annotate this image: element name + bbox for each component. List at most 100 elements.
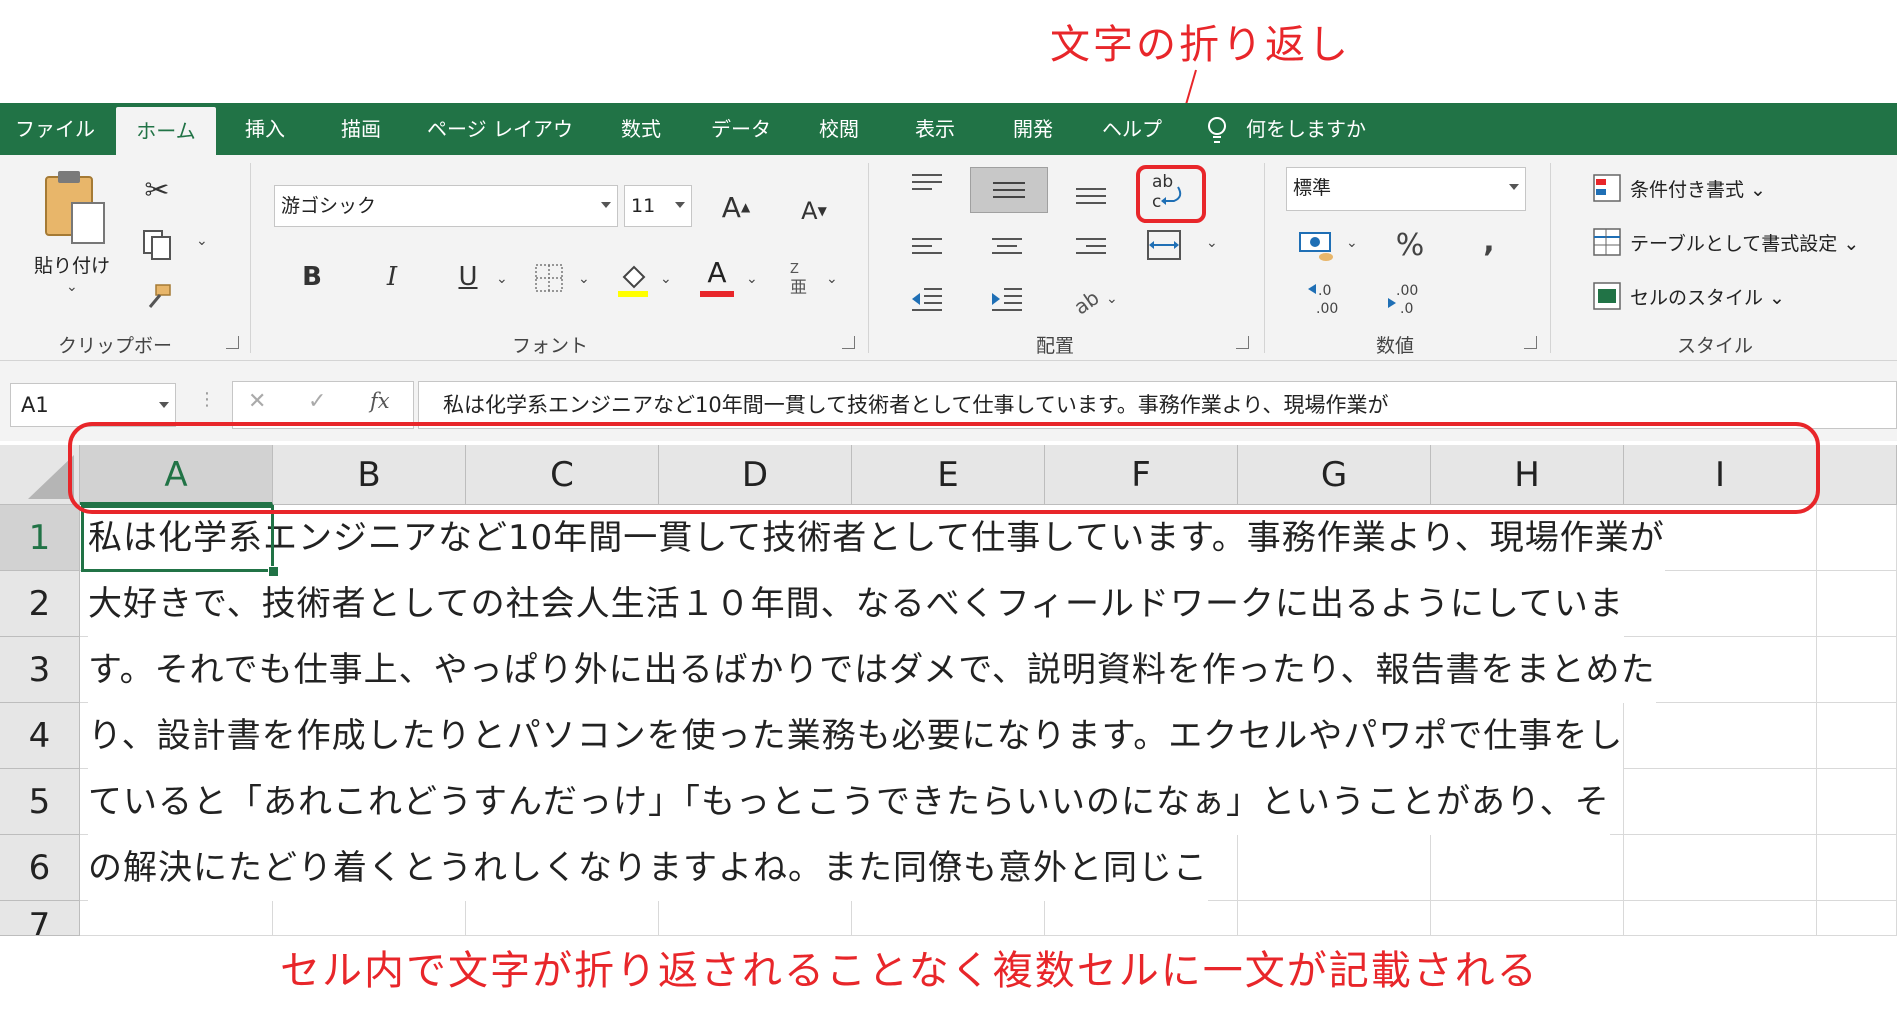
- column-header-j[interactable]: [1817, 445, 1897, 505]
- row-header-6[interactable]: 6: [0, 835, 80, 901]
- italic-button[interactable]: I: [376, 259, 408, 295]
- fill-color-icon[interactable]: [616, 259, 650, 299]
- cell-a2[interactable]: 大好きで、技術者としての社会人生活１０年間、なるべくフィールドワークに出るように…: [88, 571, 1624, 637]
- tab-formulas[interactable]: 数式: [596, 103, 686, 155]
- tab-file[interactable]: ファイル: [0, 103, 110, 155]
- borders-icon[interactable]: [534, 263, 564, 293]
- copy-dropdown-icon[interactable]: ⌄: [196, 233, 208, 249]
- grid-cell[interactable]: [1431, 835, 1624, 901]
- format-as-table-button[interactable]: テーブルとして書式設定 ⌄: [1630, 229, 1859, 256]
- cell-styles-icon[interactable]: [1592, 281, 1622, 311]
- number-format-dropdown[interactable]: 標準: [1286, 167, 1526, 211]
- grid-cell[interactable]: [1238, 835, 1431, 901]
- copy-icon[interactable]: [140, 227, 174, 261]
- font-size-dropdown[interactable]: 11: [624, 185, 692, 227]
- align-top-icon[interactable]: [910, 171, 944, 195]
- font-name-dropdown[interactable]: 游ゴシック: [274, 185, 618, 227]
- conditional-format-button[interactable]: 条件付き書式 ⌄: [1630, 175, 1766, 202]
- orientation-icon[interactable]: ab: [1068, 281, 1104, 317]
- alignment-launcher-icon[interactable]: [1236, 336, 1249, 349]
- grid-cell[interactable]: [1624, 901, 1817, 936]
- percent-button[interactable]: %: [1392, 227, 1428, 263]
- font-launcher-icon[interactable]: [842, 336, 855, 349]
- merge-center-icon[interactable]: [1146, 229, 1182, 261]
- grid-cell[interactable]: [852, 901, 1045, 936]
- tab-data[interactable]: データ: [696, 103, 786, 155]
- paste-dropdown-icon[interactable]: ⌄: [66, 279, 78, 295]
- font-color-dropdown-icon[interactable]: ⌄: [746, 271, 758, 287]
- font-color-button[interactable]: A: [700, 255, 734, 289]
- confirm-entry-icon[interactable]: ✓: [308, 389, 326, 414]
- grid-cell[interactable]: [1624, 571, 1817, 637]
- cell-a6[interactable]: の解決にたどり着くとうれしくなりますよね。また同僚も意外と同じこ: [88, 835, 1208, 901]
- tab-insert[interactable]: 挿入: [222, 103, 308, 155]
- merge-dropdown-icon[interactable]: ⌄: [1206, 235, 1218, 251]
- grid-cell[interactable]: [1817, 703, 1897, 769]
- grid-cell[interactable]: [659, 901, 852, 936]
- insert-function-icon[interactable]: fx: [370, 389, 390, 413]
- grid-cell[interactable]: [1624, 769, 1817, 835]
- underline-button[interactable]: U: [452, 259, 484, 295]
- grid-cell[interactable]: [1045, 901, 1238, 936]
- bold-button[interactable]: B: [296, 259, 328, 295]
- borders-dropdown-icon[interactable]: ⌄: [578, 271, 590, 287]
- paste-label[interactable]: 貼り付け: [34, 251, 110, 278]
- cut-icon[interactable]: ✂: [140, 173, 174, 208]
- cell-styles-button[interactable]: セルのスタイル ⌄: [1630, 283, 1785, 310]
- increase-indent-icon[interactable]: [990, 285, 1024, 315]
- grid-cell[interactable]: [1817, 571, 1897, 637]
- cancel-entry-icon[interactable]: ✕: [248, 389, 266, 414]
- tab-developer[interactable]: 開発: [990, 103, 1076, 155]
- row-header-4[interactable]: 4: [0, 703, 80, 769]
- tab-page-layout[interactable]: ページ レイアウト: [420, 103, 580, 193]
- align-center-icon[interactable]: [990, 235, 1024, 259]
- cell-a5[interactable]: ていると「あれこれどうすんだっけ」「もっとこうできたらいいのになぁ」ということが…: [88, 769, 1610, 835]
- grid-cell[interactable]: [1431, 901, 1624, 936]
- shrink-font-button[interactable]: A ▼: [794, 193, 834, 229]
- align-middle-button[interactable]: [970, 167, 1048, 213]
- format-as-table-icon[interactable]: [1592, 227, 1622, 257]
- phonetic-guide-icon[interactable]: Z 亜: [788, 259, 814, 295]
- tab-home[interactable]: ホーム: [116, 107, 216, 155]
- row-header-2[interactable]: 2: [0, 571, 80, 637]
- grid-cell[interactable]: [1817, 769, 1897, 835]
- grid-cell[interactable]: [1624, 703, 1817, 769]
- conditional-format-icon[interactable]: [1592, 173, 1622, 203]
- lightbulb-icon[interactable]: [1206, 115, 1228, 145]
- grid-cell[interactable]: [1817, 505, 1897, 571]
- row-header-1[interactable]: 1: [0, 505, 80, 571]
- align-right-icon[interactable]: [1074, 235, 1108, 259]
- increase-decimal-icon[interactable]: .0.00: [1306, 279, 1346, 319]
- grid-cell[interactable]: [1817, 637, 1897, 703]
- grid-cell[interactable]: [1817, 901, 1897, 936]
- underline-dropdown-icon[interactable]: ⌄: [496, 271, 508, 287]
- grid-cell[interactable]: [1624, 835, 1817, 901]
- grid-cell[interactable]: [273, 901, 466, 936]
- decrease-indent-icon[interactable]: [910, 285, 944, 315]
- paste-icon[interactable]: [40, 167, 110, 247]
- row-header-5[interactable]: 5: [0, 769, 80, 835]
- accounting-format-icon[interactable]: [1298, 229, 1338, 265]
- grid-cell[interactable]: [1817, 835, 1897, 901]
- tab-review[interactable]: 校閲: [796, 103, 882, 155]
- name-box[interactable]: A1: [10, 383, 176, 427]
- row-header-7[interactable]: 7: [0, 901, 80, 936]
- orientation-dropdown-icon[interactable]: ⌄: [1106, 291, 1118, 307]
- decrease-decimal-icon[interactable]: .00.0: [1386, 279, 1426, 319]
- format-painter-icon[interactable]: [142, 279, 176, 313]
- grid-cell[interactable]: [1238, 901, 1431, 936]
- cell-a4[interactable]: り、設計書を作成したりとパソコンを使った業務も必要になります。エクセルやパワポで…: [88, 703, 1624, 769]
- fill-color-dropdown-icon[interactable]: ⌄: [660, 271, 672, 287]
- grow-font-button[interactable]: A ▲: [716, 189, 756, 225]
- align-left-icon[interactable]: [910, 235, 944, 259]
- tell-me-search[interactable]: 何をしますか: [1246, 103, 1406, 155]
- tab-draw[interactable]: 描画: [318, 103, 404, 155]
- number-launcher-icon[interactable]: [1524, 336, 1537, 349]
- phonetic-dropdown-icon[interactable]: ⌄: [826, 271, 838, 287]
- grid-cell[interactable]: [80, 901, 273, 936]
- cell-a3[interactable]: す。それでも仕事上、やっぱり外に出るばかりではダメで、説明資料を作ったり、報告書…: [88, 637, 1656, 703]
- tab-help[interactable]: ヘルプ: [1086, 103, 1178, 155]
- tab-view[interactable]: 表示: [890, 103, 980, 155]
- cell-a1[interactable]: 私は化学系エンジニアなど10年間一貫して技術者として仕事しています。事務作業より…: [88, 505, 1665, 571]
- align-bottom-icon[interactable]: [1074, 183, 1108, 207]
